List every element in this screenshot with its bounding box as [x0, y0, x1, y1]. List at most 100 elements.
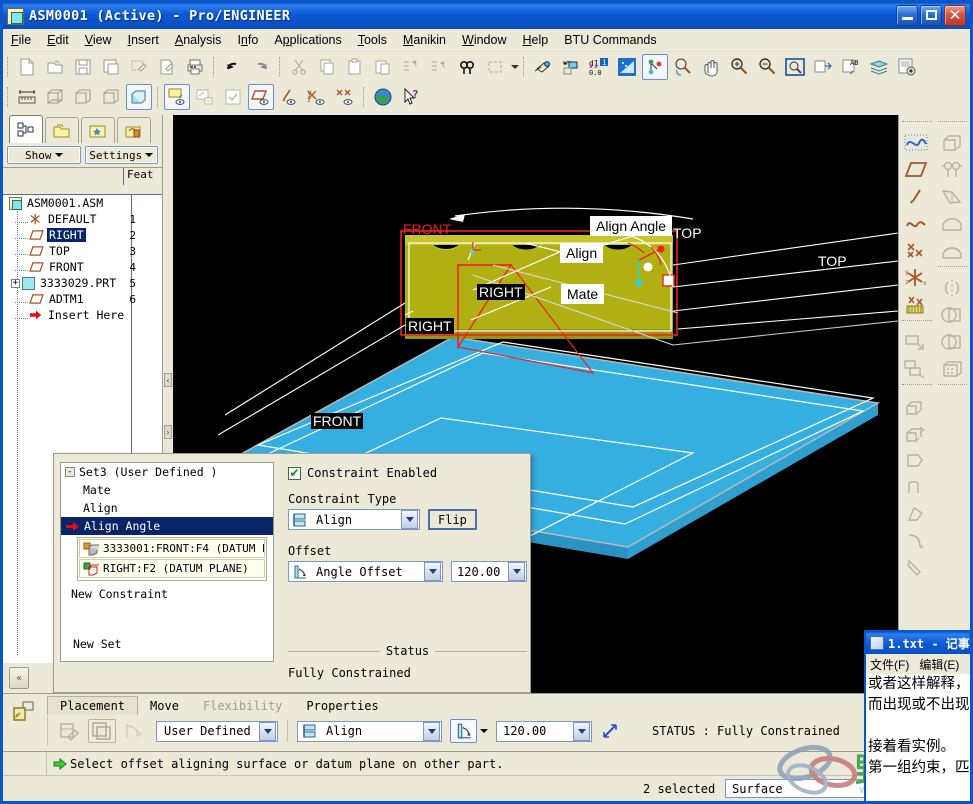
tab-move[interactable]: Move: [138, 697, 191, 715]
model-player-icon[interactable]: [894, 54, 920, 80]
insert-mode-icon[interactable]: [810, 54, 836, 80]
rib-icon[interactable]: [935, 210, 969, 237]
curve-icon[interactable]: [899, 129, 933, 156]
folder-browser-tab[interactable]: [45, 117, 79, 143]
measure-icon[interactable]: [14, 84, 40, 110]
new-constraint-item[interactable]: New Constraint: [61, 585, 273, 603]
csys-icon[interactable]: yzx: [899, 264, 933, 291]
collapse-icon[interactable]: -: [65, 467, 75, 477]
constraint-set-row[interactable]: - Set3 (User Defined ): [61, 463, 273, 481]
cut-icon[interactable]: [286, 54, 312, 80]
draft-icon[interactable]: [899, 500, 933, 527]
move-icon[interactable]: [120, 719, 148, 743]
save-icon[interactable]: [70, 54, 96, 80]
constraint-align-angle[interactable]: Align Angle: [61, 517, 273, 535]
tree-node-assembly[interactable]: ASM0001.ASM: [3, 195, 162, 211]
point-display-icon[interactable]: [220, 84, 246, 110]
show-button[interactable]: Show: [7, 146, 81, 164]
minimize-button[interactable]: [896, 5, 918, 26]
csys-display-icon[interactable]: [642, 54, 668, 80]
refit-icon[interactable]: [670, 54, 696, 80]
menu-btu-commands[interactable]: BTU Commands: [556, 31, 664, 49]
menu-manikin[interactable]: Manikin: [395, 31, 454, 49]
tab-placement[interactable]: Placement: [47, 696, 138, 715]
hidden-line-icon[interactable]: [70, 84, 96, 110]
menu-insert[interactable]: Insert: [120, 31, 167, 49]
point-field-icon[interactable]: [899, 291, 933, 318]
shaded-icon[interactable]: [126, 84, 152, 110]
annotation-mate[interactable]: Mate: [561, 284, 604, 304]
datum-axis-icon[interactable]: [899, 183, 933, 210]
maximize-button[interactable]: [920, 5, 942, 26]
chevron-down-icon[interactable]: [508, 562, 525, 581]
sidebar-item-top-plane[interactable]: TOP 3: [3, 243, 162, 259]
selection-box-icon[interactable]: [482, 54, 508, 80]
reorient-icon[interactable]: [558, 54, 584, 80]
sidebar-item-part[interactable]: + 3333029.PRT 5: [3, 275, 162, 291]
tab-properties[interactable]: Properties: [294, 697, 390, 715]
dim-display-icon[interactable]: d10.0i: [586, 54, 612, 80]
offset-value[interactable]: 120.00: [452, 565, 507, 579]
offset-value-dash[interactable]: 120.00: [497, 724, 572, 738]
pan-icon[interactable]: [698, 54, 724, 80]
selection-filter-combo[interactable]: Surface: [725, 779, 875, 798]
erase-icon[interactable]: [126, 54, 152, 80]
menu-window[interactable]: Window: [454, 31, 514, 49]
datum-plane-display-icon[interactable]: [164, 84, 190, 110]
merge-icon[interactable]: [935, 301, 969, 328]
tree-node-default-csys[interactable]: DEFAULT 1: [3, 211, 162, 227]
flip-icon[interactable]: [596, 719, 624, 743]
zoom-out-icon[interactable]: [754, 54, 780, 80]
copy-page-icon[interactable]: [154, 54, 180, 80]
connections-tab[interactable]: [117, 117, 151, 143]
reference-row-1[interactable]: 3333001:FRONT:F4 (DATUM PLA: [79, 539, 265, 558]
constraint-type-combo[interactable]: Align: [288, 509, 420, 530]
settings-button[interactable]: Settings: [85, 146, 159, 164]
constraint-type-combo-dash[interactable]: Align: [297, 721, 442, 742]
trim-icon[interactable]: [935, 328, 969, 355]
curve-tool-icon[interactable]: [899, 210, 933, 237]
undo-icon[interactable]: [220, 54, 246, 80]
menu-file[interactable]: File: [3, 31, 39, 49]
solid-icon[interactable]: [935, 129, 969, 156]
paste-special-icon[interactable]: [370, 54, 396, 80]
datum-plane-icon[interactable]: [899, 156, 933, 183]
new-file-icon[interactable]: [14, 54, 40, 80]
pattern-icon[interactable]: [899, 473, 933, 500]
placement-preview-icon[interactable]: [88, 719, 116, 743]
chevron-down-icon[interactable]: [401, 510, 418, 529]
notepad-window[interactable]: 1.txt - 记事 文件(F) 编辑(E) 或者这样解释， 而出现或不出现 接…: [864, 630, 973, 804]
shell-icon[interactable]: [935, 183, 969, 210]
chevron-down-icon[interactable]: [573, 722, 590, 741]
notepad-menu-file[interactable]: 文件(F): [870, 656, 909, 673]
chamfer-icon[interactable]: [899, 554, 933, 581]
menu-help[interactable]: Help: [515, 31, 557, 49]
constraint-align[interactable]: Align: [61, 499, 273, 517]
datum-axis-display-icon[interactable]: [192, 84, 218, 110]
new-set-item[interactable]: New Set: [73, 637, 121, 651]
layers-icon[interactable]: [866, 54, 892, 80]
datum-point-icon[interactable]: [899, 237, 933, 264]
mirror-icon[interactable]: [935, 274, 969, 301]
sweep-blend-icon[interactable]: [899, 446, 933, 473]
menu-view[interactable]: View: [77, 31, 120, 49]
find-icon[interactable]: [454, 54, 480, 80]
regenerate-icon[interactable]: [398, 54, 424, 80]
sidebar-item-front-plane[interactable]: FRONT 4: [3, 259, 162, 275]
sidebar-item-right-plane[interactable]: RIGHT 2: [3, 227, 162, 243]
model-tree-tab[interactable]: [9, 115, 43, 143]
array-icon[interactable]: [935, 355, 969, 382]
datum-display-icon[interactable]: [614, 54, 640, 80]
wireframe-icon[interactable]: [42, 84, 68, 110]
menu-tools[interactable]: Tools: [350, 31, 395, 49]
annotation-align-angle[interactable]: Align Angle: [590, 216, 672, 236]
angle-offset-icon[interactable]: [450, 719, 477, 743]
connection-type-combo[interactable]: User Defined: [156, 721, 278, 742]
revolve-icon[interactable]: [899, 419, 933, 446]
chevron-down-icon[interactable]: [480, 729, 488, 733]
no-hidden-icon[interactable]: [98, 84, 124, 110]
tree-node-insert-here[interactable]: Insert Here: [3, 307, 162, 323]
copy-geom-icon[interactable]: [899, 355, 933, 382]
copy-icon[interactable]: [314, 54, 340, 80]
constraint-enabled-checkbox[interactable]: ✔: [288, 467, 301, 480]
